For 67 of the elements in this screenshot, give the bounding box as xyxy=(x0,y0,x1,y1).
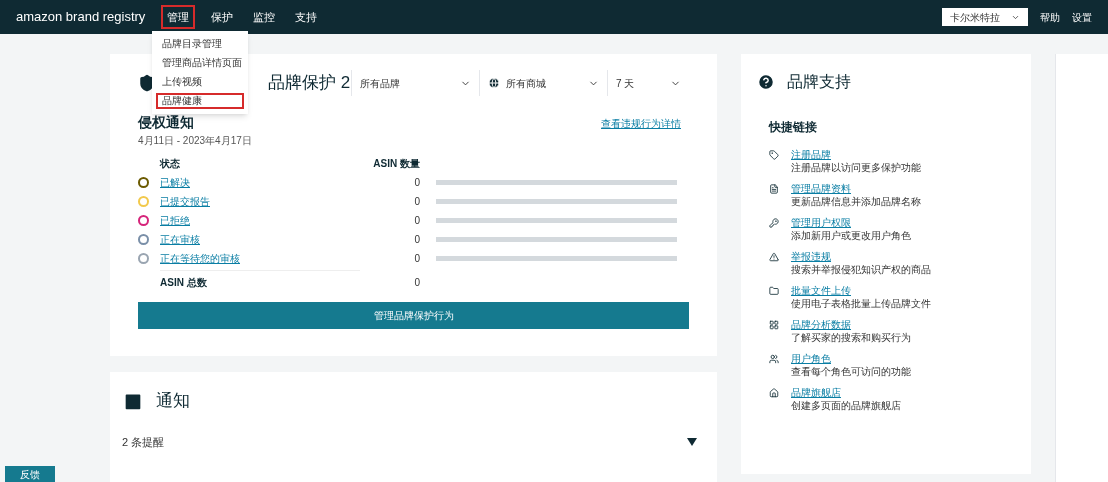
quick-link[interactable]: 用户角色 xyxy=(791,352,831,365)
section-title: 侵权通知 xyxy=(138,113,195,132)
filter-select[interactable]: 所有品牌 xyxy=(351,70,479,96)
menu-item[interactable]: 品牌健康 xyxy=(156,93,244,109)
menu-item[interactable]: 管理商品详情页面 xyxy=(156,55,244,71)
status-link[interactable]: 正在审核 xyxy=(160,232,360,247)
grid-icon xyxy=(769,320,779,330)
status-link[interactable]: 正在等待您的审核 xyxy=(160,251,360,266)
count-cell-text: 0 xyxy=(413,176,420,190)
column-header: ASIN 数量 xyxy=(372,157,420,171)
link-description: 使用电子表格批量上传品牌文件 xyxy=(791,297,932,310)
folder-icon xyxy=(769,286,779,296)
link-description: 注册品牌以访问更多保护功能 xyxy=(791,161,922,174)
total-label: ASIN 总数 xyxy=(160,270,360,290)
nav-tab[interactable]: 监控 xyxy=(249,6,280,28)
globe-icon xyxy=(488,77,500,89)
link-description: 了解买家的搜索和购买行为 xyxy=(791,331,912,344)
protection-button[interactable]: 管理品牌保护行为 xyxy=(138,302,689,329)
tag-icon xyxy=(769,150,779,160)
quick-link[interactable]: 管理品牌资料 xyxy=(791,182,851,195)
count-cell-text: 0 xyxy=(413,195,420,209)
quick-link[interactable]: 举报违规 xyxy=(791,250,831,263)
nav-tab[interactable]: 支持 xyxy=(291,6,322,28)
total-count: 0 xyxy=(413,275,420,290)
link-description: 创建多页面的品牌旗舰店 xyxy=(791,399,902,412)
status-link[interactable]: 已提交报告 xyxy=(160,194,360,209)
quick-link[interactable]: 品牌分析数据 xyxy=(791,318,851,331)
menu-item[interactable]: 品牌目录管理 xyxy=(156,36,244,52)
column-header: 状态 xyxy=(160,157,181,171)
header-link[interactable]: 帮助 xyxy=(1040,9,1060,25)
card-title: 通知 xyxy=(156,390,190,412)
nav-tab[interactable]: 管理 xyxy=(161,4,196,30)
key-icon xyxy=(769,218,779,228)
filter-select[interactable]: 所有商城 xyxy=(479,70,607,96)
home-icon xyxy=(769,388,779,398)
count-cell-text: 0 xyxy=(413,233,420,247)
link-description: 更新品牌信息并添加品牌名称 xyxy=(791,195,922,208)
quick-link[interactable]: 品牌旗舰店 xyxy=(791,386,841,399)
link-description: 查看每个角色可访问的功能 xyxy=(791,365,912,378)
expand-toggle[interactable] xyxy=(687,437,697,446)
card-title: 品牌支持 xyxy=(787,72,851,92)
header-link[interactable]: 设置 xyxy=(1072,9,1092,25)
help-icon xyxy=(757,73,775,91)
triangle-icon xyxy=(687,437,697,446)
nav-tab[interactable]: 保护 xyxy=(207,6,238,28)
count-cell-text: 0 xyxy=(413,214,420,228)
card-title: 品牌保护 2 xyxy=(268,72,351,95)
filter-select[interactable]: 7 天 xyxy=(607,70,689,96)
link-description: 添加新用户或更改用户角色 xyxy=(791,229,912,242)
link-description: 搜索并举报侵犯知识产权的商品 xyxy=(791,263,932,276)
quick-link[interactable]: 批量文件上传 xyxy=(791,284,851,297)
date-range: 4月11日 - 2023年4月17日 xyxy=(138,134,252,148)
file-icon xyxy=(769,184,779,194)
logo[interactable]: amazon brand registry xyxy=(16,7,146,27)
alert-summary: 2 条提醒 xyxy=(122,434,165,450)
status-link[interactable]: 已解决 xyxy=(160,175,360,190)
details-link[interactable]: 查看违规行为详情 xyxy=(601,116,681,131)
people-icon xyxy=(769,354,779,364)
warning-icon xyxy=(769,252,779,262)
status-link[interactable]: 已拒绝 xyxy=(160,213,360,228)
feedback-button[interactable]: 反馈 xyxy=(5,466,55,482)
quick-link[interactable]: 管理用户权限 xyxy=(791,216,851,229)
menu-item[interactable]: 上传视频 xyxy=(156,74,244,90)
section-title: 快捷链接 xyxy=(769,119,818,136)
account-select[interactable]: 卡尔米特拉 xyxy=(942,8,1028,26)
count-cell-text: 0 xyxy=(413,252,420,266)
quick-link[interactable]: 注册品牌 xyxy=(791,148,831,161)
